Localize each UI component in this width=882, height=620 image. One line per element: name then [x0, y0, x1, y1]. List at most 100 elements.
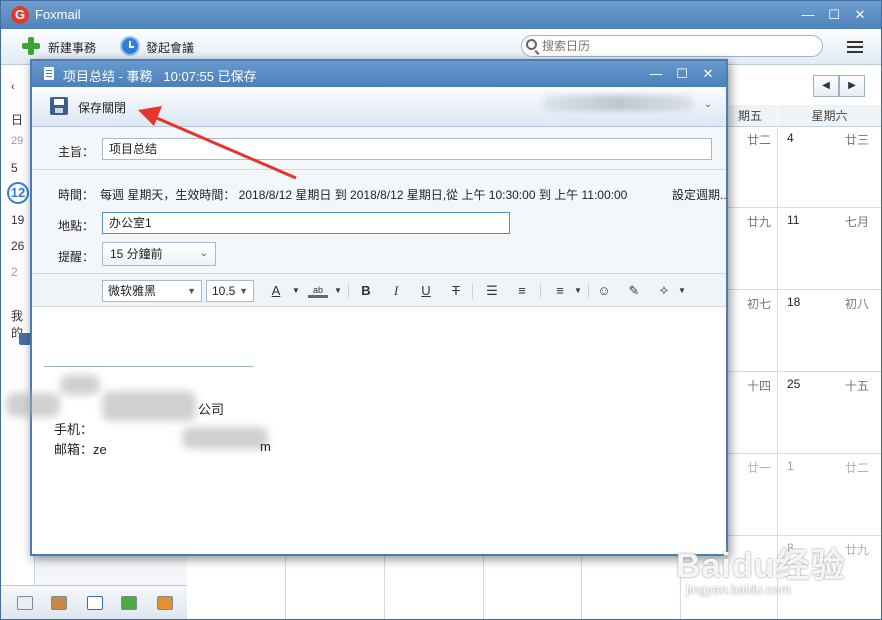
location-label: 地點：: [58, 219, 95, 233]
divider: [32, 169, 726, 170]
highlight-icon[interactable]: ab: [308, 284, 328, 298]
toolbar-divider: [588, 283, 589, 299]
start-meeting-button[interactable]: 發起會議: [146, 37, 194, 59]
redaction-blur: [182, 427, 268, 449]
align-dropdown-icon[interactable]: ▼: [568, 282, 588, 300]
subject-field[interactable]: 项目总结: [102, 138, 712, 160]
day-number[interactable]: 4: [787, 131, 794, 145]
mini-date[interactable]: 29: [11, 135, 23, 147]
signature-divider: [44, 366, 254, 367]
prev-month-button[interactable]: ◀: [813, 75, 839, 97]
location-field[interactable]: 办公室1: [102, 212, 510, 234]
chevron-down-icon: ⌄: [199, 248, 208, 259]
redaction-blur: [60, 375, 100, 395]
mini-date[interactable]: 26: [11, 239, 24, 253]
contacts-module-icon[interactable]: [51, 596, 67, 610]
search-icon: [526, 39, 537, 50]
lunar-date: 廿九: [747, 215, 772, 229]
magic-wand-icon[interactable]: ✧: [654, 282, 674, 300]
watermark-url: jingyan.baidu.com: [686, 582, 791, 597]
new-task-button[interactable]: 新建事務: [48, 37, 96, 59]
lunar-date: 七月: [845, 215, 870, 229]
grid-line: [581, 555, 582, 619]
grid-line: [723, 289, 881, 290]
italic-icon[interactable]: I: [386, 282, 406, 300]
calendar-module-icon[interactable]: [87, 596, 103, 610]
lunar-date: 十四: [747, 379, 772, 393]
dialog-close-icon[interactable]: ✕: [698, 64, 718, 84]
mini-date[interactable]: 19: [11, 213, 24, 227]
notes-module-icon[interactable]: [121, 596, 137, 610]
dialog-title: 项目总结 - 事務 10:07:55 已保存: [63, 66, 257, 85]
grid-line: [483, 555, 484, 619]
underline-icon[interactable]: U: [416, 282, 436, 300]
rss-module-icon[interactable]: [157, 596, 173, 610]
reminder-label: 提醒：: [58, 250, 95, 264]
hamburger-menu-icon[interactable]: [847, 41, 863, 53]
reminder-select[interactable]: 15 分鐘前 ⌄: [102, 242, 216, 266]
font-color-icon[interactable]: A: [266, 282, 286, 300]
font-color-dropdown-icon[interactable]: ▼: [286, 282, 306, 300]
calendar-search[interactable]: [521, 35, 823, 57]
mini-date[interactable]: 5: [11, 161, 18, 175]
lunar-date: 初七: [747, 297, 772, 311]
minimize-icon[interactable]: —: [797, 5, 819, 25]
day-number[interactable]: 25: [787, 377, 800, 391]
mini-date[interactable]: 2: [11, 265, 18, 279]
dialog-title-text: 项目总结 - 事務: [63, 69, 153, 84]
main-title-bar: G Foxmail — ☐ ✕: [1, 1, 881, 29]
align-icon[interactable]: ≡: [550, 282, 570, 300]
save-icon: [50, 97, 68, 115]
module-nav-bar: [1, 585, 187, 619]
weekday-header: 星期六: [778, 105, 881, 127]
font-size-select[interactable]: 10.5 ▼: [206, 280, 254, 302]
emoji-icon[interactable]: ☺: [594, 282, 614, 300]
format-brush-icon[interactable]: ✎: [624, 282, 644, 300]
event-dialog: 项目总结 - 事務 10:07:55 已保存 — ☐ ✕ 保存關閉 ⌄ 主旨： …: [6, 59, 728, 556]
close-icon[interactable]: ✕: [849, 5, 871, 25]
dialog-minimize-icon[interactable]: —: [646, 64, 666, 84]
lunar-date: 廿二: [845, 461, 870, 475]
dialog-maximize-icon[interactable]: ☐: [672, 64, 692, 84]
bullet-list-icon[interactable]: ☰: [482, 282, 502, 300]
app-title: Foxmail: [35, 7, 81, 22]
grid-line: [384, 555, 385, 619]
numbered-list-icon[interactable]: ≡: [512, 282, 532, 300]
signature-email-tail: m: [260, 439, 271, 454]
font-family-select[interactable]: 微软雅黑 ▼: [102, 280, 202, 302]
day-number[interactable]: 1: [787, 459, 794, 473]
bold-icon[interactable]: B: [356, 282, 376, 300]
search-input[interactable]: [542, 38, 812, 54]
signature-company: 公司: [198, 402, 225, 417]
recurrence-summary: 每週 星期天，生效時間： 2018/8/12 星期日 到 2018/8/12 星…: [100, 188, 628, 202]
chevron-down-icon[interactable]: ⌄: [704, 99, 712, 110]
mail-module-icon[interactable]: [17, 596, 33, 610]
font-size-value: 10.5: [212, 284, 236, 298]
toolbar-divider: [348, 283, 349, 299]
next-month-button[interactable]: ▶: [839, 75, 865, 97]
mini-today-date[interactable]: 12: [7, 182, 29, 204]
document-icon: [44, 67, 54, 80]
mini-prev-icon[interactable]: ‹: [11, 81, 15, 93]
highlight-dropdown-icon[interactable]: ▼: [328, 282, 348, 300]
time-label: 時間：: [58, 188, 95, 202]
blurred-account: [542, 95, 694, 111]
signature-phone: 手机：: [54, 422, 94, 437]
day-number[interactable]: 18: [787, 295, 800, 309]
grid-line: [723, 535, 881, 536]
body-editor[interactable]: 公司 手机： 邮箱：ze m: [6, 307, 726, 554]
day-number[interactable]: 11: [787, 213, 799, 227]
mini-weekday: 日: [11, 113, 24, 127]
lunar-date: 廿一: [747, 461, 772, 475]
grid-line: [285, 555, 286, 619]
save-close-button[interactable]: 保存關閉: [78, 99, 126, 116]
grid-line: [723, 371, 881, 372]
font-family-value: 微软雅黑: [108, 284, 157, 298]
set-recurrence-link[interactable]: 設定週期..: [672, 186, 727, 203]
magic-wand-dropdown-icon[interactable]: ▼: [672, 282, 692, 300]
watermark-logo: Baidu经验: [676, 547, 846, 585]
signature-email: 邮箱：ze: [54, 442, 107, 457]
strikethrough-icon[interactable]: T: [446, 282, 466, 300]
maximize-icon[interactable]: ☐: [823, 5, 845, 25]
lunar-date: 廿二: [747, 133, 772, 147]
